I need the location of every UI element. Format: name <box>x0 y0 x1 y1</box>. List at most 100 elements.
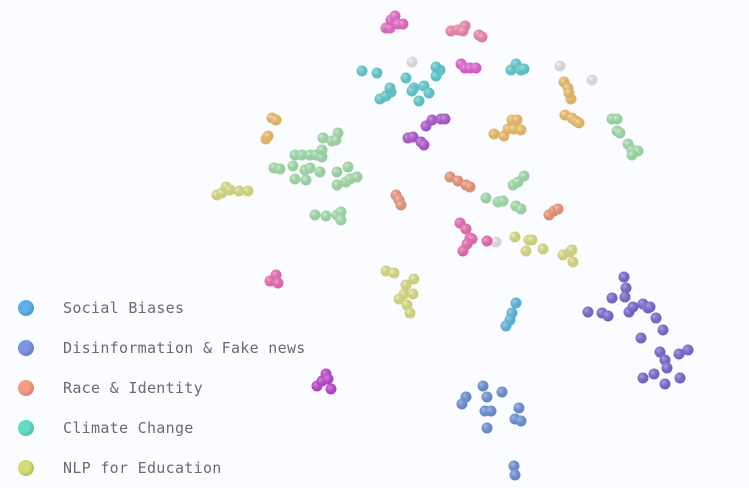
scatter-point-shade <box>567 256 579 268</box>
scatter-point-shade <box>644 301 656 313</box>
scatter-point-shade <box>456 398 468 410</box>
scatter-point-shade <box>477 380 489 392</box>
scatter-point-shade <box>497 195 509 207</box>
scatter-point-shade <box>674 372 686 384</box>
legend-dot <box>18 340 34 356</box>
scatter-point-shade <box>515 415 527 427</box>
scatter-point-shade <box>485 405 497 417</box>
scatter-point-shade <box>659 378 671 390</box>
scatter-point-shade <box>618 271 630 283</box>
scatter-point-shade <box>406 85 418 97</box>
scatter-point-shade <box>309 209 321 221</box>
scatter-point-shade <box>476 31 488 43</box>
scatter-point-shade <box>274 163 286 175</box>
scatter-point-shade <box>520 245 532 257</box>
scatter-point-shade <box>515 203 527 215</box>
legend-dot <box>18 420 34 436</box>
legend-dot <box>18 300 34 316</box>
scatter-point-shade <box>526 234 538 246</box>
scatter-point-shade <box>287 160 299 172</box>
scatter-point-shade <box>586 74 598 86</box>
scatter-point-shade <box>510 297 522 309</box>
scatter-point-shade <box>518 63 530 75</box>
legend-dot <box>18 380 34 396</box>
legend-label: NLP for Education <box>63 459 222 477</box>
scatter-point-shade <box>509 469 521 481</box>
legend-label: Climate Change <box>63 419 194 437</box>
legend-item-disinformation: Disinformation & Fake news <box>18 328 306 368</box>
scatter-point-shade <box>582 306 594 318</box>
scatter-point-shade <box>356 65 368 77</box>
scatter-point-shade <box>316 144 328 156</box>
scatter-point-shade <box>518 170 530 182</box>
scatter-point-shade <box>439 113 451 125</box>
scatter-point-shade <box>457 245 469 257</box>
scatter-point-shade <box>300 174 312 186</box>
scatter-point-shade <box>388 267 400 279</box>
scatter-point-shade <box>408 273 420 285</box>
scatter-point-shade <box>573 117 585 129</box>
scatter-point-shade <box>320 210 332 222</box>
scatter-point-shade <box>614 127 626 139</box>
scatter-point-shade <box>657 324 669 336</box>
legend-item-social-biases: Social Biases <box>18 288 306 328</box>
scatter-point-shade <box>418 139 430 151</box>
scatter-point-shade <box>423 87 435 99</box>
scatter-point-shade <box>552 203 564 215</box>
scatter-point-shade <box>515 124 527 136</box>
scatter-point-shade <box>619 291 631 303</box>
scatter-point-shade <box>331 166 343 178</box>
scatter-point-shade <box>325 383 337 395</box>
scatter-point-shade <box>626 149 638 161</box>
scatter-point-shade <box>566 244 578 256</box>
scatter-point-shade <box>430 61 442 73</box>
scatter-point-shade <box>637 372 649 384</box>
scatter-point-shade <box>500 320 512 332</box>
scatter-point-shade <box>314 166 326 178</box>
scatter-point-shade <box>413 95 425 107</box>
scatter-point-shade <box>289 173 301 185</box>
scatter-point-shade <box>407 288 419 300</box>
scatter-point-shade <box>322 373 334 385</box>
scatter-point-shade <box>397 18 409 30</box>
scatter-point-shade <box>342 161 354 173</box>
scatter-point-shade <box>648 368 660 380</box>
scatter-point-shade <box>481 235 493 247</box>
scatter-point-shade <box>513 402 525 414</box>
scatter-point-shade <box>335 214 347 226</box>
scatter-point-shade <box>330 134 342 146</box>
scatter-point-shade <box>262 130 274 142</box>
legend-label: Race & Identity <box>63 379 203 397</box>
scatter-point-shade <box>635 332 647 344</box>
legend: Social Biases Disinformation & Fake news… <box>18 288 306 488</box>
legend-item-nlp-education: NLP for Education <box>18 448 306 488</box>
scatter-point-shade <box>270 114 282 126</box>
scatter-point-shade <box>272 277 284 289</box>
scatter-point-shade <box>611 113 623 125</box>
scatter-point-shade <box>627 301 639 313</box>
scatter-point-shade <box>537 243 549 255</box>
scatter-point-shade <box>554 60 566 72</box>
legend-label: Disinformation & Fake news <box>63 339 306 357</box>
scatter-point-shade <box>470 62 482 74</box>
legend-item-race-identity: Race & Identity <box>18 368 306 408</box>
scatter-point-shade <box>480 192 492 204</box>
scatter-point-shade <box>351 171 363 183</box>
scatter-point-shade <box>496 386 508 398</box>
scatter-point-shade <box>404 307 416 319</box>
legend-dot <box>18 460 34 476</box>
scatter-point-shade <box>304 162 316 174</box>
scatter-point-shade <box>682 344 694 356</box>
scatter-point-shade <box>242 185 254 197</box>
scatter-point-shade <box>481 391 493 403</box>
scatter-point-shade <box>509 231 521 243</box>
scatter-point-shade <box>650 312 662 324</box>
scatter-point-shade <box>371 67 383 79</box>
scatter-point-shade <box>400 72 412 84</box>
legend-label: Social Biases <box>63 299 185 317</box>
legend-item-climate-change: Climate Change <box>18 408 306 448</box>
scatter-point-shade <box>606 292 618 304</box>
scatter-point-shade <box>464 181 476 193</box>
scatter-point-shade <box>457 25 469 37</box>
scatter-point-shade <box>661 362 673 374</box>
